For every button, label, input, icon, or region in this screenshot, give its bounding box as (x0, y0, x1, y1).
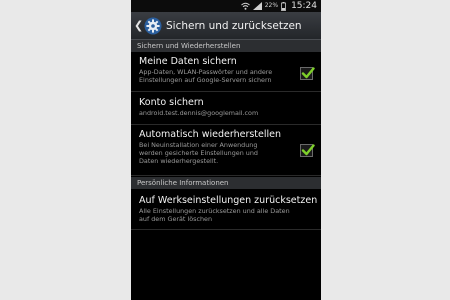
checkmark-icon (301, 144, 315, 156)
status-clock: 15:24 (291, 1, 317, 11)
item-summary: android.test.dennis@googlemail.com (139, 109, 259, 117)
settings-gear-icon[interactable] (144, 17, 162, 35)
section-header-backup: Sichern und Wiederherstellen (131, 40, 321, 52)
status-bar: 22% 15:24 (131, 0, 321, 12)
battery-icon (281, 1, 286, 11)
item-title: Konto sichern (139, 97, 204, 108)
list-item-auto-restore[interactable]: Automatisch wiederherstellen Bei Neuinst… (131, 126, 321, 176)
backup-data-checkbox[interactable] (300, 67, 315, 80)
checkmark-icon (301, 67, 315, 79)
list-item-backup-data[interactable]: Meine Daten sichern App-Daten, WLAN-Pass… (131, 53, 321, 92)
phone-screen: 22% 15:24 ❮ Sichern und zurücksetzen Sic… (131, 0, 321, 300)
signal-icon (252, 2, 262, 10)
battery-percent: 22% (264, 2, 279, 9)
item-summary: Bei Neuinstallation einer Anwendung werd… (139, 141, 258, 165)
action-bar: ❮ Sichern und zurücksetzen (131, 12, 321, 40)
auto-restore-checkbox[interactable] (300, 144, 315, 157)
page-title: Sichern und zurücksetzen (166, 19, 302, 32)
item-title: Automatisch wiederherstellen (139, 129, 282, 140)
item-title: Auf Werkseinstellungen zurücksetzen (139, 195, 318, 206)
wifi-icon (240, 2, 250, 10)
item-title: Meine Daten sichern (139, 56, 237, 67)
item-summary: App-Daten, WLAN-Passwörter und andere Ei… (139, 68, 273, 84)
section-header-personal: Persönliche Informationen (131, 177, 321, 189)
back-chevron-icon[interactable]: ❮ (134, 19, 143, 32)
item-summary: Alle Einstellungen zurücksetzen und alle… (139, 207, 290, 223)
list-item-backup-account[interactable]: Konto sichern android.test.dennis@google… (131, 93, 321, 125)
list-item-factory-reset[interactable]: Auf Werkseinstellungen zurücksetzen Alle… (131, 190, 321, 230)
